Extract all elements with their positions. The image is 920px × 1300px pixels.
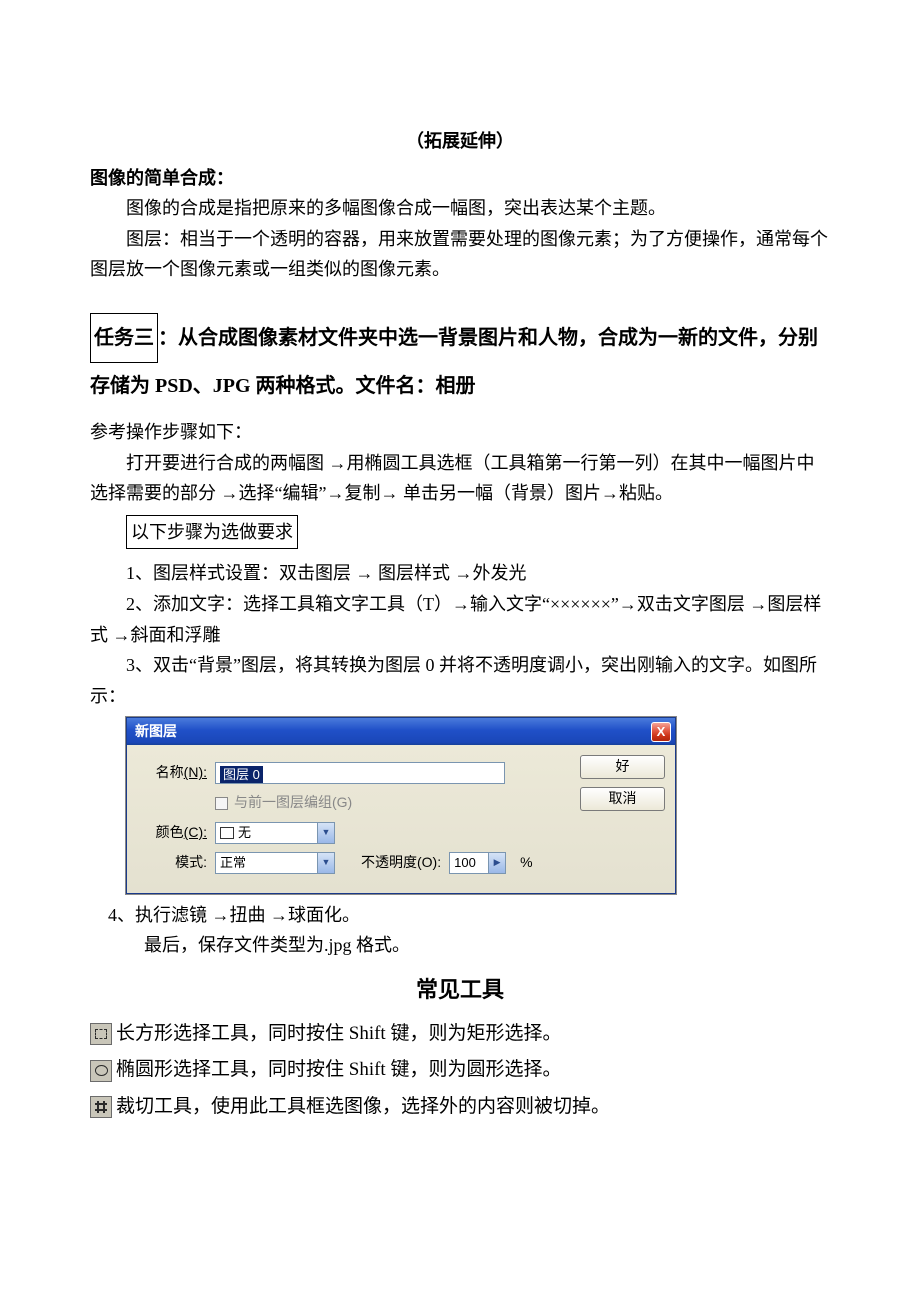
color-label: 颜色(C): bbox=[137, 821, 207, 845]
group-checkbox bbox=[215, 797, 228, 810]
step-1: 1、图层样式设置：双击图层 → 图层样式 →外发光 bbox=[90, 558, 830, 589]
chevron-down-icon[interactable]: ▼ bbox=[317, 853, 334, 873]
ref-steps-body: 打开要进行合成的两幅图 →用椭圆工具选框（工具箱第一行第一列）在其中一幅图片中选… bbox=[90, 448, 830, 509]
close-icon[interactable]: X bbox=[651, 722, 671, 742]
para-compose-def: 图像的合成是指把原来的多幅图像合成一幅图，突出表达某个主题。 bbox=[90, 193, 830, 224]
para-layer-def: 图层：相当于一个透明的容器，用来放置需要处理的图像元素；为了方便操作，通常每个图… bbox=[90, 224, 830, 285]
opacity-spinner[interactable]: 100 ▶ bbox=[449, 852, 506, 874]
tool-row-ellipse: 椭圆形选择工具，同时按住 Shift 键，则为圆形选择。 bbox=[90, 1054, 830, 1086]
tool-row-crop: 裁切工具，使用此工具框选图像，选择外的内容则被切掉。 bbox=[90, 1091, 830, 1123]
color-value: 无 bbox=[238, 822, 251, 844]
step-4: 4、执行滤镜 →扭曲 →球面化。 bbox=[90, 900, 830, 931]
step-2: 2、添加文字：选择工具箱文字工具（T）→输入文字“××××××”→双击文字图层 … bbox=[90, 589, 830, 650]
tool-crop-desc: 裁切工具，使用此工具框选图像，选择外的内容则被切掉。 bbox=[116, 1091, 610, 1123]
opacity-unit: % bbox=[520, 851, 532, 875]
ref-steps-intro: 参考操作步骤如下： bbox=[90, 417, 830, 448]
section-header-bracket: （拓展延伸） bbox=[90, 126, 830, 157]
cancel-button[interactable]: 取消 bbox=[580, 787, 665, 811]
tool-row-rect: 长方形选择工具，同时按住 Shift 键，则为矩形选择。 bbox=[90, 1018, 830, 1050]
tools-heading: 常见工具 bbox=[90, 971, 830, 1008]
subheading-image-compose: 图像的简单合成： bbox=[90, 163, 830, 194]
rectangle-marquee-icon bbox=[90, 1023, 112, 1045]
name-label: 名称(N): bbox=[137, 761, 207, 785]
dialog-title: 新图层 bbox=[135, 720, 177, 744]
task-desc: ：从合成图像素材文件夹中选一背景图片和人物，合成为一新的文件，分别存储为 PSD… bbox=[90, 327, 818, 397]
opacity-label: 不透明度(O): bbox=[361, 851, 441, 875]
chevron-right-icon[interactable]: ▶ bbox=[489, 852, 506, 874]
color-dropdown[interactable]: 无 ▼ bbox=[215, 822, 335, 844]
crop-icon bbox=[90, 1096, 112, 1118]
optional-steps-box: 以下步骤为选做要求 bbox=[126, 515, 298, 550]
dialog-titlebar[interactable]: 新图层 X bbox=[127, 718, 675, 745]
ellipse-marquee-icon bbox=[90, 1060, 112, 1082]
mode-dropdown[interactable]: 正常 ▼ bbox=[215, 852, 335, 874]
tool-ellipse-desc: 椭圆形选择工具，同时按住 Shift 键，则为圆形选择。 bbox=[116, 1054, 561, 1086]
group-label: 与前一图层编组(G) bbox=[234, 791, 352, 815]
mode-label: 模式: bbox=[137, 851, 207, 875]
step-final: 最后，保存文件类型为.jpg 格式。 bbox=[90, 930, 830, 961]
task-label-box: 任务三 bbox=[90, 313, 158, 363]
dialog-body: 名称(N): 图层 0 与前一图层编组(G) 颜色(C): 无 ▼ bbox=[127, 745, 675, 892]
swatch-none-icon bbox=[220, 827, 234, 839]
task-title-block: 任务三：从合成图像素材文件夹中选一背景图片和人物，合成为一新的文件，分别存储为 … bbox=[90, 313, 830, 409]
mode-value: 正常 bbox=[220, 852, 246, 874]
new-layer-dialog: 新图层 X 名称(N): 图层 0 与前一图层编组(G) 颜色(C): bbox=[126, 717, 830, 893]
opacity-input[interactable]: 100 bbox=[449, 852, 489, 874]
ok-button[interactable]: 好 bbox=[580, 755, 665, 779]
group-checkbox-row: 与前一图层编组(G) bbox=[215, 791, 580, 815]
step-3: 3、双击“背景”图层，将其转换为图层 0 并将不透明度调小，突出刚输入的文字。如… bbox=[90, 650, 830, 711]
name-input[interactable]: 图层 0 bbox=[215, 762, 505, 784]
chevron-down-icon[interactable]: ▼ bbox=[317, 823, 334, 843]
tool-rect-desc: 长方形选择工具，同时按住 Shift 键，则为矩形选择。 bbox=[116, 1018, 561, 1050]
optional-steps-list: 1、图层样式设置：双击图层 → 图层样式 →外发光 2、添加文字：选择工具箱文字… bbox=[90, 558, 830, 711]
